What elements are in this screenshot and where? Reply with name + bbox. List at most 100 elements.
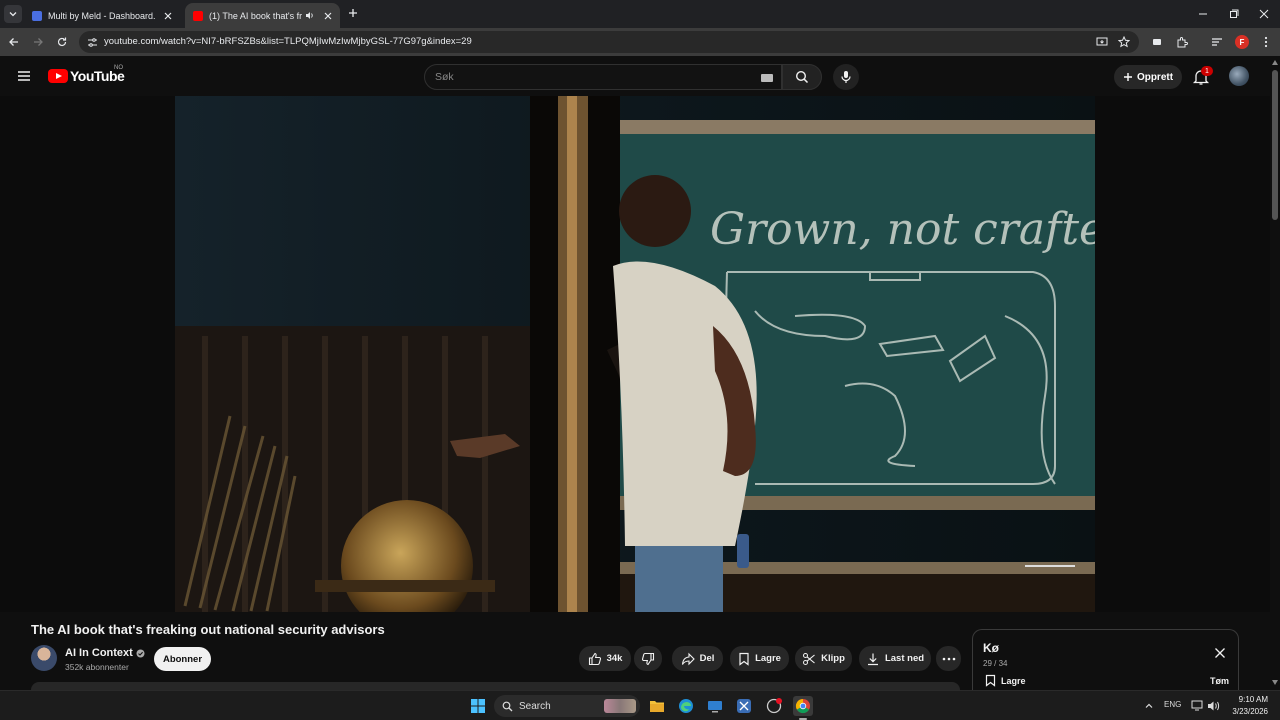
forward-button[interactable] — [30, 34, 46, 50]
youtube-logo[interactable]: YouTube NO — [48, 65, 125, 84]
chevron-down-icon — [9, 12, 17, 17]
save-queue-button[interactable]: Lagre — [985, 674, 1026, 687]
reload-button[interactable] — [54, 34, 70, 50]
edge-browser-icon[interactable] — [676, 696, 696, 716]
close-tab-icon[interactable] — [321, 9, 335, 23]
search-icon — [795, 70, 809, 84]
close-icon — [1259, 9, 1269, 19]
scroll-up-arrow-icon[interactable] — [1272, 60, 1278, 65]
chrome-browser-icon[interactable] — [793, 696, 813, 716]
close-queue-button[interactable] — [1214, 646, 1228, 660]
scroll-down-arrow-icon[interactable] — [1272, 680, 1278, 685]
reading-list-icon[interactable] — [1209, 34, 1225, 50]
channel-name-link[interactable]: AI In Context — [65, 647, 145, 659]
install-app-icon[interactable] — [1094, 34, 1110, 50]
tab-title: (1) The AI book that's freaki — [209, 10, 302, 21]
close-tab-icon[interactable] — [161, 9, 175, 23]
chevron-up-icon — [1145, 703, 1153, 708]
extensions-puzzle-icon[interactable] — [1174, 34, 1190, 50]
restore-icon — [1230, 9, 1239, 18]
file-explorer-icon[interactable] — [647, 696, 667, 716]
taskbar-search-label: Search — [519, 700, 551, 712]
hamburger-menu-icon — [18, 71, 30, 81]
address-bar[interactable]: youtube.com/watch?v=NI7-bRFSZBs&list=TLP… — [79, 31, 1139, 53]
video-player[interactable]: Grown, not crafted — [0, 96, 1270, 612]
scissors-icon — [803, 652, 815, 665]
windows-logo-icon — [471, 699, 485, 713]
youtube-play-icon — [48, 69, 68, 83]
clear-queue-button[interactable]: Tøm — [1210, 676, 1229, 686]
verified-badge-icon — [136, 649, 145, 657]
keyboard-icon[interactable] — [761, 74, 773, 82]
clip-button[interactable]: Klipp — [795, 646, 852, 671]
tab-search-button[interactable] — [4, 5, 22, 23]
download-icon — [867, 653, 878, 665]
dislike-button[interactable] — [634, 646, 662, 671]
site-info-icon[interactable] — [85, 35, 99, 49]
country-code: NO — [114, 65, 123, 71]
restore-button[interactable] — [1218, 0, 1250, 28]
url-text: youtube.com/watch?v=NI7-bRFSZBs&list=TLP… — [104, 36, 472, 47]
create-button[interactable]: Opprett — [1114, 65, 1182, 89]
remote-desktop-icon[interactable] — [705, 696, 725, 716]
queue-position: 29 / 34 — [983, 659, 1008, 668]
account-avatar[interactable] — [1229, 66, 1249, 86]
more-actions-button[interactable] — [936, 646, 961, 671]
input-language[interactable]: ENG — [1164, 700, 1181, 709]
clock-time: 9:10 AM — [1238, 695, 1268, 704]
system-clock[interactable]: 9:10 AM 3/23/2026 — [1226, 694, 1268, 718]
thumbs-down-icon — [641, 652, 655, 665]
minimize-button[interactable] — [1187, 0, 1219, 28]
like-count: 34k — [606, 653, 623, 664]
close-icon — [1215, 648, 1225, 658]
scrollbar-thumb[interactable] — [1272, 70, 1278, 220]
new-tab-button[interactable] — [345, 5, 361, 21]
browser-toolbar: youtube.com/watch?v=NI7-bRFSZBs&list=TLP… — [0, 28, 1280, 56]
browser-tab-youtube[interactable]: (1) The AI book that's freaki — [185, 3, 340, 28]
save-button[interactable]: Lagre — [730, 646, 789, 671]
guide-menu-button[interactable] — [16, 68, 32, 84]
search-placeholder: Søk — [435, 71, 454, 83]
search-input[interactable]: Søk — [424, 64, 782, 90]
show-hidden-icons-button[interactable] — [1139, 696, 1159, 716]
search-icon — [502, 701, 513, 711]
more-horizontal-icon — [942, 657, 955, 660]
start-button[interactable] — [468, 696, 488, 716]
thumbs-up-icon — [588, 652, 601, 665]
profile-avatar[interactable]: F — [1235, 35, 1249, 49]
extension-icon[interactable] — [1149, 34, 1165, 50]
search-button[interactable] — [782, 64, 822, 90]
audio-playing-icon[interactable] — [302, 9, 316, 23]
voice-search-button[interactable] — [833, 64, 859, 90]
description-box[interactable] — [31, 682, 960, 690]
back-button[interactable] — [6, 34, 22, 50]
browser-tab-meld[interactable]: Multi by Meld - Dashboard. — [24, 3, 180, 28]
share-button[interactable]: Del — [672, 646, 723, 671]
download-label: Last ned — [884, 653, 925, 664]
channel-avatar[interactable] — [31, 645, 57, 671]
taskbar-search[interactable]: Search — [494, 695, 640, 717]
snipping-tool-icon[interactable] — [734, 696, 754, 716]
minimize-icon — [1199, 13, 1207, 15]
save-queue-label: Lagre — [1001, 675, 1026, 686]
youtube-header: YouTube NO Søk Opprett 1 — [0, 56, 1270, 96]
app-with-notification-icon[interactable] — [764, 696, 784, 716]
subscribe-button[interactable]: Abonner — [154, 647, 211, 671]
video-frame[interactable]: Grown, not crafted — [175, 96, 1095, 612]
youtube-favicon-icon — [193, 10, 203, 21]
download-button[interactable]: Last ned — [859, 646, 931, 671]
windows-taskbar: Search ENG 9:10 AM 3/23/2026 — [0, 690, 1280, 720]
queue-panel: Kø 29 / 34 Lagre Tøm — [972, 629, 1239, 690]
microphone-icon — [841, 71, 851, 83]
bookmark-star-icon[interactable] — [1116, 34, 1132, 50]
volume-icon[interactable] — [1204, 696, 1224, 716]
more-menu-icon[interactable] — [1258, 34, 1274, 50]
bookmark-icon — [739, 652, 749, 666]
browser-tab-strip: Multi by Meld - Dashboard. (1) The AI bo… — [0, 0, 1280, 28]
clip-label: Klipp — [821, 653, 845, 664]
close-window-button[interactable] — [1248, 0, 1280, 28]
reload-icon — [57, 37, 67, 47]
plus-icon — [349, 9, 357, 17]
plus-icon — [1123, 73, 1132, 81]
like-button[interactable]: 34k — [579, 646, 631, 671]
